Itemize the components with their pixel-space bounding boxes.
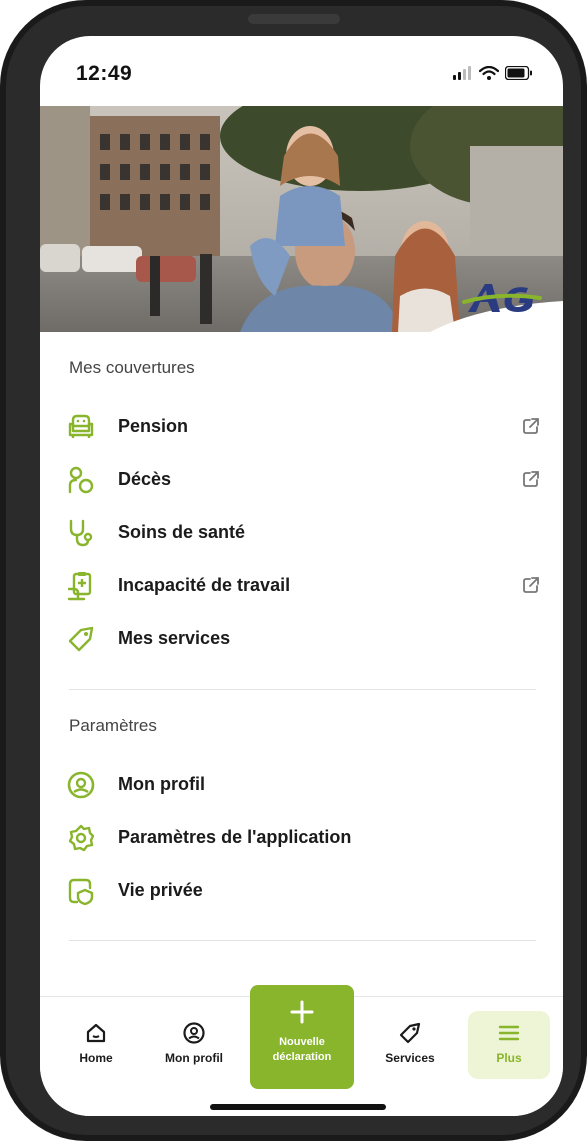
signal-icon xyxy=(453,66,471,80)
volume-up-button xyxy=(0,320,6,402)
external-link-icon xyxy=(523,577,539,593)
tab-plus-label: Plus xyxy=(496,1051,522,1065)
settings-item-mon-profil[interactable]: Mon profil xyxy=(40,762,563,806)
work-incapacity-icon xyxy=(67,572,92,601)
person-circle-icon xyxy=(68,466,94,494)
volume-down-button xyxy=(0,424,6,506)
plus-icon xyxy=(290,1000,314,1024)
external-link-icon xyxy=(523,471,539,487)
settings-section-title: Paramètres xyxy=(69,716,157,735)
coverages-section-title: Mes couvertures xyxy=(69,358,195,377)
mute-switch xyxy=(0,238,6,280)
armchair-icon xyxy=(68,414,94,438)
status-bar: 12:49 xyxy=(40,36,563,106)
coverage-item-pension[interactable]: Pension xyxy=(40,404,563,448)
tab-mon-profil[interactable]: Mon profil xyxy=(154,1021,234,1065)
tag-icon xyxy=(68,626,94,652)
settings-item-label: Paramètres de l'application xyxy=(118,826,352,847)
hero-banner xyxy=(40,106,563,332)
settings-item-vie-privee[interactable]: Vie privée xyxy=(40,868,563,912)
tab-home[interactable]: Home xyxy=(56,1021,136,1065)
speaker-grille xyxy=(248,14,340,24)
coverage-item-incapacite[interactable]: Incapacité de travail xyxy=(40,563,563,607)
coverage-item-soins-de-sante[interactable]: Soins de santé xyxy=(40,510,563,554)
app-screen: 12:49 Mes couvertures Pension Décès Soin… xyxy=(40,36,563,1116)
gear-icon xyxy=(68,824,95,852)
coverage-item-label: Mes services xyxy=(118,627,231,648)
wifi-icon xyxy=(479,66,499,80)
family-photo xyxy=(40,106,563,332)
battery-icon xyxy=(505,66,532,80)
coverage-item-deces[interactable]: Décès xyxy=(40,457,563,501)
settings-item-label: Vie privée xyxy=(118,879,203,900)
tab-mon-profil-label: Mon profil xyxy=(165,1051,223,1065)
settings-item-label: Mon profil xyxy=(118,773,205,794)
coverage-item-label: Soins de santé xyxy=(118,521,246,542)
section-divider xyxy=(69,689,536,690)
status-time: 12:49 xyxy=(76,62,133,85)
tab-bar: Home Mon profil Nouvelle déclaration Ser… xyxy=(40,985,563,1116)
profile-icon xyxy=(183,1022,205,1044)
coverage-item-mes-services[interactable]: Mes services xyxy=(40,616,563,660)
profile-icon xyxy=(67,771,95,799)
status-icons xyxy=(453,66,533,80)
external-link-icon xyxy=(523,418,539,434)
home-icon xyxy=(86,1023,106,1043)
tab-plus[interactable]: Plus xyxy=(468,1011,550,1079)
new-claim-label-line1: Nouvelle xyxy=(279,1036,325,1048)
coverage-item-label: Décès xyxy=(118,468,172,489)
privacy-icon xyxy=(68,878,94,906)
coverage-item-label: Pension xyxy=(118,415,189,436)
tag-icon xyxy=(399,1022,421,1044)
new-claim-label-line2: déclaration xyxy=(272,1051,332,1063)
tab-services[interactable]: Services xyxy=(370,1021,450,1065)
tab-services-label: Services xyxy=(385,1051,435,1065)
coverage-item-label: Incapacité de travail xyxy=(118,574,291,595)
new-claim-button[interactable]: Nouvelle déclaration xyxy=(250,985,354,1089)
section-divider xyxy=(69,940,536,941)
tab-plus-content: Plus xyxy=(469,1021,549,1065)
stethoscope-icon xyxy=(69,519,93,547)
phone-frame: 12:49 Mes couvertures Pension Décès Soin… xyxy=(0,0,587,1141)
settings-item-app-settings[interactable]: Paramètres de l'application xyxy=(40,815,563,859)
tab-home-label: Home xyxy=(79,1051,113,1065)
home-indicator xyxy=(210,1104,386,1110)
menu-icon xyxy=(498,1025,520,1041)
